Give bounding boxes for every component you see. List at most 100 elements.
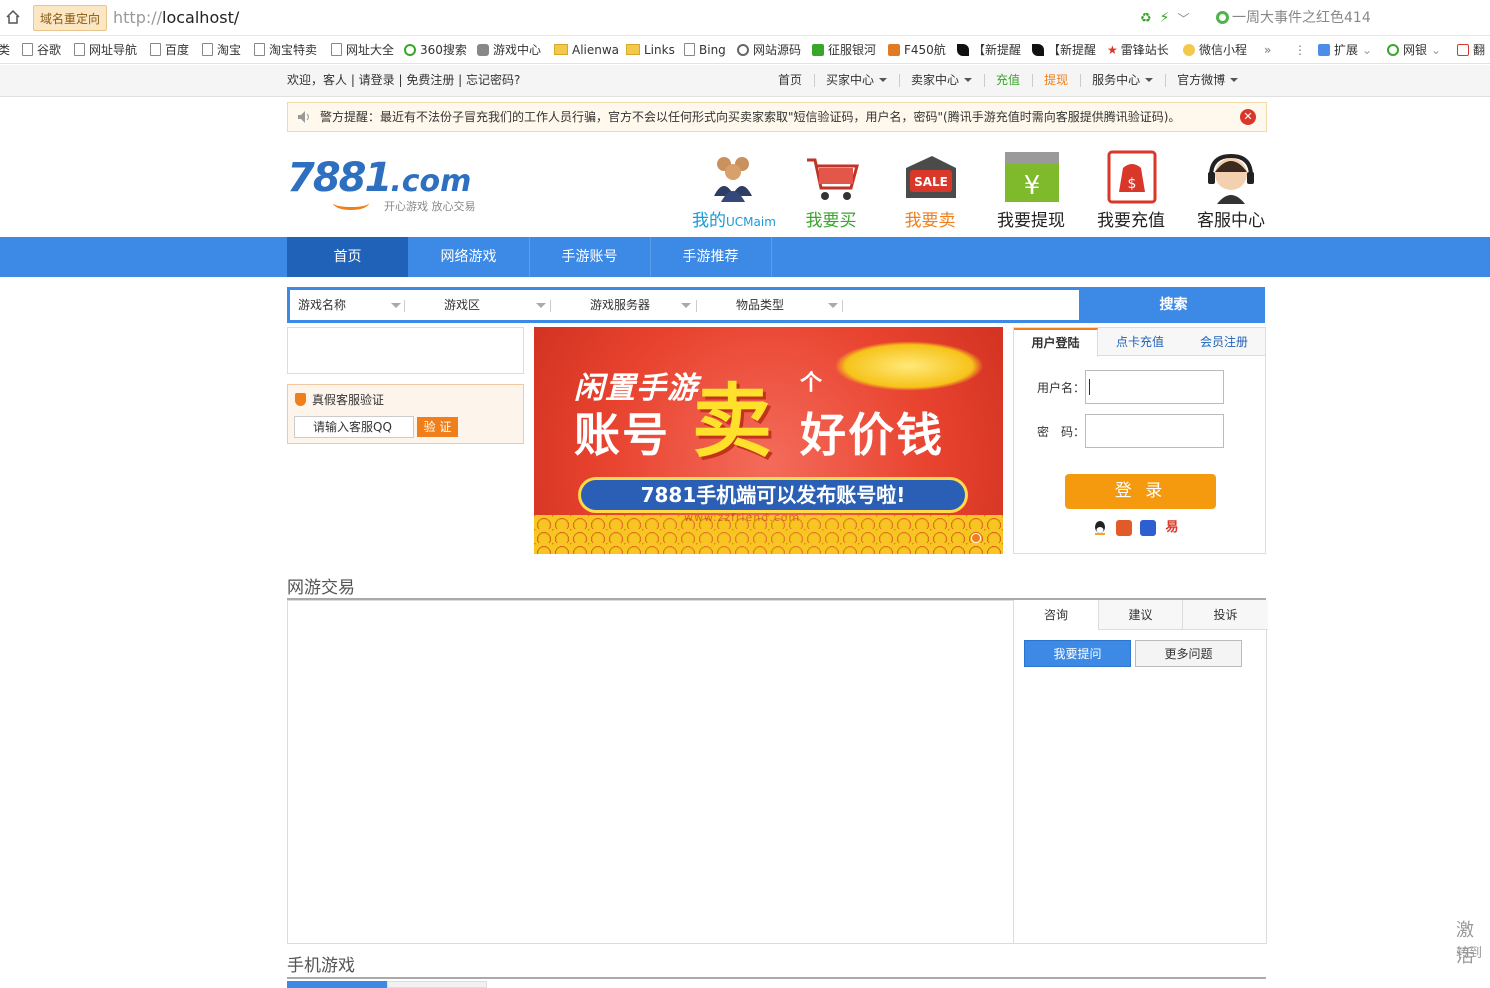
page-icon — [74, 43, 85, 56]
translate-button[interactable]: 翻 — [1457, 41, 1485, 59]
nav-online-games[interactable]: 网络游戏 — [408, 237, 529, 277]
promo-banner[interactable]: 闲置手游 账号 卖 个 好价钱 7881手机端可以发布账号啦! www.zzfr… — [534, 327, 1003, 554]
bookmark-item[interactable]: 类 — [0, 41, 10, 59]
nav-mobile-accounts[interactable]: 手游账号 — [529, 237, 650, 277]
qq-icon[interactable] — [1092, 520, 1108, 536]
game-zone-select[interactable]: 游戏区 — [444, 290, 550, 320]
bookmark-item[interactable]: 游戏中心 — [477, 41, 541, 59]
welcome-links[interactable]: 欢迎，客人 | 请登录 | 免费注册 | 忘记密码? — [287, 65, 520, 96]
bookmark-item[interactable]: 淘宝 — [202, 41, 241, 59]
tab-user-login[interactable]: 用户登陆 — [1014, 328, 1098, 357]
weibo-icon[interactable] — [1116, 520, 1132, 536]
topnav-item[interactable]: 买家中心 — [814, 65, 899, 96]
url-field[interactable]: http://localhost/ — [113, 6, 239, 30]
bank-button[interactable]: 网银 ⌄ — [1387, 41, 1441, 59]
more-questions-button[interactable]: 更多问题 — [1135, 640, 1242, 667]
tab-suggest[interactable]: 建议 — [1098, 600, 1182, 630]
translate-icon — [1457, 44, 1469, 56]
banner-pill: 7881手机端可以发布账号啦! — [578, 477, 968, 513]
os-watermark-line2: 转到 — [1456, 946, 1483, 961]
game-name-select[interactable]: 游戏名称 — [298, 290, 404, 320]
logo-main: 7881 — [287, 155, 392, 201]
ask-question-button[interactable]: 我要提问 — [1024, 640, 1131, 667]
chevron-down-icon — [391, 303, 401, 308]
qq-verify-input[interactable]: 请输入客服QQ — [294, 416, 414, 438]
bookmark-item[interactable]: 360搜索 — [404, 41, 467, 59]
bookmark-item[interactable]: 网站源码 — [737, 41, 801, 59]
bookmark-item[interactable]: 征服银河 — [812, 41, 876, 59]
close-icon[interactable]: ✕ — [1240, 109, 1256, 125]
quick-link-sell[interactable]: SALE 我要卖 — [890, 150, 970, 232]
menu-dots-icon[interactable]: ⋮ — [1294, 41, 1306, 59]
quick-link-label: 我要买 — [805, 211, 857, 231]
search-form: 游戏名称 游戏区 游戏服务器 物品类型 — [287, 287, 1082, 323]
tab-consult[interactable]: 咨询 — [1014, 600, 1098, 630]
extensions-button[interactable]: 扩展 ⌄ — [1318, 41, 1372, 59]
more-bookmarks-button[interactable]: » — [1264, 41, 1271, 59]
search-button[interactable]: 搜索 — [1082, 287, 1265, 323]
netease-icon[interactable]: 易 — [1164, 520, 1180, 536]
site-logo[interactable]: 7881.com 开心游戏 放心交易 — [287, 158, 487, 218]
bookmark-item[interactable]: 谷歌 — [22, 41, 61, 59]
service-verify-box: 真假客服验证 请输入客服QQ 验 证 — [287, 384, 524, 444]
search-suggest[interactable]: 一周大事件之红色414 — [1216, 6, 1371, 30]
main-nav: 首页 网络游戏 手游账号 手游推荐 — [0, 237, 1490, 277]
login-button[interactable]: 登 录 — [1065, 474, 1216, 509]
nav-mobile-recommend[interactable]: 手游推荐 — [650, 237, 771, 277]
bookmark-item[interactable]: 网址大全 — [331, 41, 394, 59]
bookmark-item[interactable]: 淘宝特卖 — [254, 41, 317, 59]
bookmark-item[interactable]: Alienwa — [554, 41, 619, 59]
bookmark-item[interactable]: 百度 — [150, 41, 189, 59]
password-input[interactable] — [1085, 414, 1224, 448]
withdraw-icon: ¥ — [1001, 150, 1061, 208]
bookmark-item[interactable]: 微信小程 — [1183, 41, 1247, 59]
mobile-tab[interactable] — [387, 981, 487, 988]
bookmark-item[interactable]: 【新提醒 — [1032, 41, 1096, 59]
bookmark-item[interactable]: 【新提醒 — [957, 41, 1021, 59]
baidu-icon[interactable] — [1140, 520, 1156, 536]
topnav-item[interactable]: 充值 — [984, 65, 1032, 96]
lightning-icon[interactable]: ⚡ — [1160, 10, 1170, 26]
banner-sell: 卖 — [692, 375, 772, 468]
mobile-tab-active[interactable] — [287, 981, 387, 988]
tab-complain[interactable]: 投诉 — [1182, 600, 1268, 630]
quick-link-service[interactable]: 客服中心 — [1191, 150, 1271, 232]
verify-title: 真假客服验证 — [295, 392, 384, 408]
game-server-select[interactable]: 游戏服务器 — [590, 290, 696, 320]
item-type-select[interactable]: 物品类型 — [736, 290, 842, 320]
bookmark-item[interactable]: Links — [626, 41, 675, 59]
svg-text:$: $ — [1128, 176, 1137, 192]
redirect-badge[interactable]: 域名重定向 — [33, 5, 108, 31]
home-icon[interactable] — [5, 9, 21, 25]
quick-link-recharge[interactable]: $ 我要充值 — [1091, 150, 1171, 232]
shield-icon — [295, 393, 306, 406]
bookmark-item[interactable]: F450航 — [888, 41, 946, 59]
topnav-item[interactable]: 服务中心 — [1080, 65, 1165, 96]
verify-button[interactable]: 验 证 — [417, 417, 458, 437]
recycle-icon[interactable]: ♻ — [1140, 11, 1152, 26]
bookmark-item[interactable]: ★ 雷锋站长 — [1107, 41, 1169, 59]
username-input[interactable] — [1085, 370, 1224, 404]
topnav-item[interactable]: 提现 — [1032, 65, 1080, 96]
bookmark-item[interactable]: 网址导航 — [74, 41, 137, 59]
topnav-item[interactable]: 卖家中心 — [899, 65, 984, 96]
tab-register[interactable]: 会员注册 — [1182, 328, 1266, 356]
left-empty-box — [287, 327, 524, 374]
quick-link-my[interactable]: 我的UCMaim — [692, 150, 776, 233]
banner-line3: 好价钱 — [800, 408, 944, 462]
caret-down-icon — [1145, 78, 1154, 82]
page-icon — [684, 43, 695, 56]
carousel-dot[interactable] — [971, 533, 981, 543]
dropdown-icon[interactable]: ﹀ — [1178, 10, 1190, 27]
quick-link-withdraw[interactable]: ¥ 我要提现 — [991, 150, 1071, 232]
nav-home[interactable]: 首页 — [287, 237, 408, 277]
moneybag-icon: $ — [1101, 150, 1161, 208]
bookmark-item[interactable]: Bing — [684, 41, 726, 59]
quick-link-buy[interactable]: 我要买 — [791, 150, 871, 232]
address-bar: 域名重定向 http://localhost/ ♻ ⚡ ﹀ 一周大事件之红色41… — [0, 0, 1490, 36]
topnav-item[interactable]: 官方微博 — [1165, 65, 1250, 96]
tab-card-recharge[interactable]: 点卡充值 — [1098, 328, 1182, 356]
topnav-item[interactable]: 首页 — [766, 65, 814, 96]
source-icon — [737, 44, 749, 56]
bird-icon — [957, 44, 969, 56]
